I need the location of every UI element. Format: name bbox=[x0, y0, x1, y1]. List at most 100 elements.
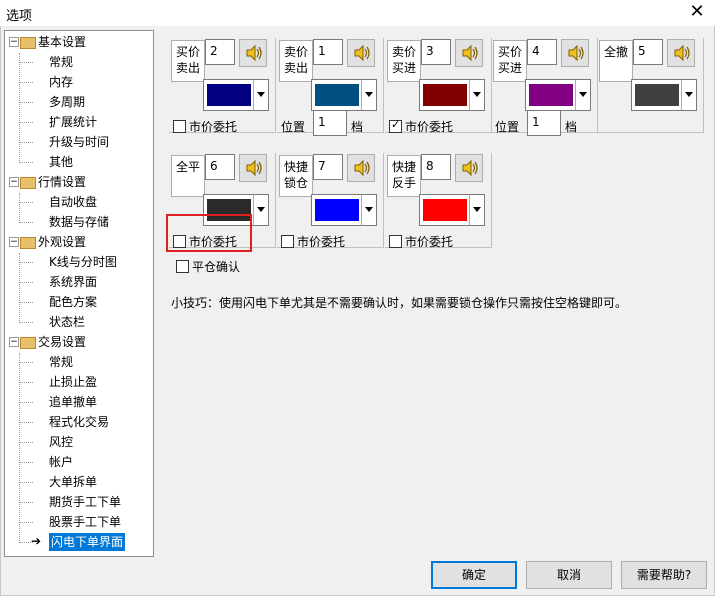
label-line-1: 全撤 bbox=[603, 45, 628, 59]
speaker-icon[interactable] bbox=[347, 39, 375, 67]
speaker-icon[interactable] bbox=[455, 39, 483, 67]
tree-item[interactable]: 追单撤单 bbox=[49, 393, 97, 411]
position-unit-label: 档 bbox=[351, 120, 364, 134]
chevron-down-icon[interactable] bbox=[681, 80, 696, 110]
checkmark-icon: ✓ bbox=[391, 118, 401, 131]
ok-button[interactable]: 确定 bbox=[431, 561, 517, 589]
label-line-2: 卖出 bbox=[283, 61, 308, 75]
help-button[interactable]: 需要帮助? bbox=[621, 561, 707, 589]
tree-item[interactable]: 闪电下单界面 bbox=[49, 533, 126, 551]
close-icon[interactable]: ✕ bbox=[684, 1, 710, 23]
color-picker-combo[interactable] bbox=[525, 79, 591, 111]
tree-item[interactable]: 程式化交易 bbox=[49, 413, 109, 431]
tree-item[interactable]: 其他 bbox=[49, 153, 73, 171]
tree-group-3[interactable]: 交易设置 bbox=[38, 333, 86, 351]
tree-group-2[interactable]: 外观设置 bbox=[38, 233, 86, 251]
tree-item[interactable]: 状态栏 bbox=[49, 313, 85, 331]
chevron-down-icon[interactable] bbox=[469, 195, 484, 225]
tree-connector bbox=[19, 422, 33, 423]
chevron-down-icon[interactable] bbox=[361, 195, 376, 225]
color-picker-combo[interactable] bbox=[311, 194, 377, 226]
market-order-checkbox[interactable] bbox=[389, 235, 402, 248]
collapse-icon[interactable]: − bbox=[9, 237, 19, 247]
tree-connector bbox=[19, 222, 33, 223]
color-picker-combo[interactable] bbox=[419, 194, 485, 226]
tree-connector bbox=[19, 442, 33, 443]
tree-connector bbox=[19, 322, 33, 323]
tree-item[interactable]: 配色方案 bbox=[49, 293, 97, 311]
tree-item[interactable]: 大单拆单 bbox=[49, 473, 97, 491]
tree-item[interactable]: 常规 bbox=[49, 353, 73, 371]
hotkey-number-input[interactable]: 7 bbox=[313, 154, 343, 180]
hotkey-number-input[interactable]: 6 bbox=[205, 154, 235, 180]
tree-item[interactable]: 股票手工下单 bbox=[49, 513, 121, 531]
collapse-icon[interactable]: − bbox=[9, 37, 19, 47]
pointer-arrow-icon: ➔ bbox=[31, 534, 42, 548]
color-swatch bbox=[529, 84, 573, 106]
position-input[interactable]: 1 bbox=[313, 110, 347, 136]
speaker-icon[interactable] bbox=[561, 39, 589, 67]
hotkey-number-input[interactable]: 8 bbox=[421, 154, 451, 180]
hotkey-number-input[interactable]: 5 bbox=[633, 39, 663, 65]
tree-item[interactable]: 帐户 bbox=[49, 453, 73, 471]
chevron-down-icon[interactable] bbox=[469, 80, 484, 110]
color-picker-combo[interactable] bbox=[419, 79, 485, 111]
color-picker-combo[interactable] bbox=[311, 79, 377, 111]
folder-icon bbox=[20, 237, 36, 249]
label-line-2: 反手 bbox=[391, 176, 416, 190]
tree-group-0[interactable]: 基本设置 bbox=[38, 33, 86, 51]
tree-item[interactable]: 内存 bbox=[49, 73, 73, 91]
tree-item[interactable]: 期货手工下单 bbox=[49, 493, 121, 511]
chevron-down-icon[interactable] bbox=[253, 195, 268, 225]
color-picker-combo[interactable] bbox=[203, 79, 269, 111]
market-order-label: 市价委托 bbox=[405, 235, 454, 249]
speaker-icon[interactable] bbox=[455, 154, 483, 182]
title-bar: 选项 ✕ bbox=[0, 0, 715, 26]
tree-item[interactable]: 扩展统计 bbox=[49, 113, 97, 131]
market-order-checkbox[interactable]: ✓ bbox=[389, 118, 402, 133]
color-swatch bbox=[207, 84, 251, 106]
chevron-down-icon[interactable] bbox=[253, 80, 268, 110]
tree-item[interactable]: K线与分时图 bbox=[49, 253, 117, 271]
chevron-down-icon[interactable] bbox=[361, 80, 376, 110]
color-swatch bbox=[315, 84, 359, 106]
collapse-icon[interactable]: − bbox=[9, 337, 19, 347]
tree-connector bbox=[19, 353, 20, 543]
tree-connector bbox=[19, 62, 33, 63]
close-confirm-checkbox[interactable] bbox=[176, 260, 189, 273]
color-swatch bbox=[423, 84, 467, 106]
tip-text: 小技巧：使用闪电下单尤其是不需要确认时，如果需要锁仓操作只需按住空格键即可。 bbox=[171, 296, 628, 310]
tree-item[interactable]: 常规 bbox=[49, 53, 73, 71]
speaker-icon[interactable] bbox=[239, 154, 267, 182]
speaker-icon[interactable] bbox=[239, 39, 267, 67]
chevron-down-icon[interactable] bbox=[575, 80, 590, 110]
hotkey-number-input[interactable]: 2 bbox=[205, 39, 235, 65]
market-order-label: 市价委托 bbox=[405, 120, 454, 134]
tree-item[interactable]: 止损止盈 bbox=[49, 373, 97, 391]
color-picker-combo[interactable] bbox=[631, 79, 697, 111]
tree-item[interactable]: 风控 bbox=[49, 433, 73, 451]
position-input[interactable]: 1 bbox=[527, 110, 561, 136]
hotkey-number-input[interactable]: 1 bbox=[313, 39, 343, 65]
order-button-label: 快捷 反手 bbox=[387, 155, 421, 197]
tree-item[interactable]: 系统界面 bbox=[49, 273, 97, 291]
folder-icon bbox=[20, 177, 36, 189]
settings-tree[interactable]: − 基本设置 常规 内存 多周期 扩展统计 升级与时间 其他 − 行情设置 自动收盘 数据与存储 − 外观… bbox=[4, 30, 154, 557]
folder-icon bbox=[20, 337, 36, 349]
market-order-checkbox[interactable] bbox=[173, 120, 186, 133]
speaker-icon[interactable] bbox=[347, 154, 375, 182]
tree-item[interactable]: 升级与时间 bbox=[49, 133, 109, 151]
cancel-button[interactable]: 取消 bbox=[526, 561, 612, 589]
highlight-box bbox=[166, 214, 252, 252]
tree-group-1[interactable]: 行情设置 bbox=[38, 173, 86, 191]
collapse-icon[interactable]: − bbox=[9, 177, 19, 187]
speaker-icon[interactable] bbox=[667, 39, 695, 67]
tree-item[interactable]: 数据与存储 bbox=[49, 213, 109, 231]
hotkey-number-input[interactable]: 3 bbox=[421, 39, 451, 65]
market-order-checkbox[interactable] bbox=[281, 235, 294, 248]
tree-item[interactable]: 自动收盘 bbox=[49, 193, 97, 211]
position-label: 位置 bbox=[281, 120, 306, 134]
market-order-label: 市价委托 bbox=[297, 235, 346, 249]
tree-item[interactable]: 多周期 bbox=[49, 93, 85, 111]
hotkey-number-input[interactable]: 4 bbox=[527, 39, 557, 65]
